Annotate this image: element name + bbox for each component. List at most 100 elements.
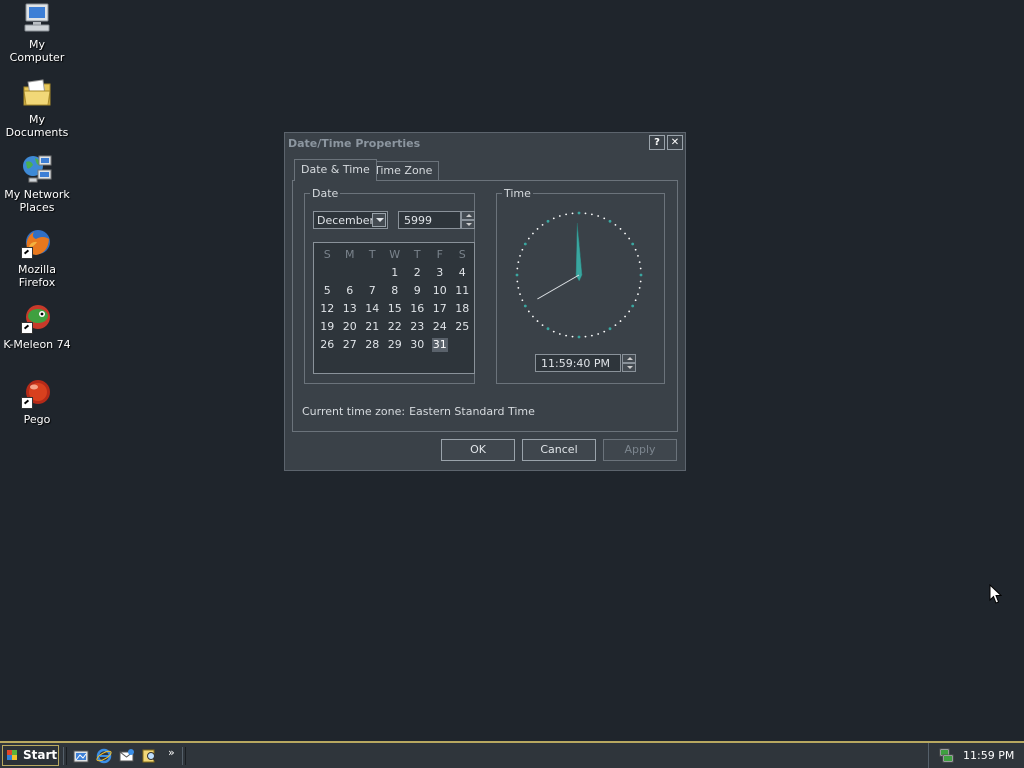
desktop-icon-label: My Computer xyxy=(9,38,65,64)
calendar-day[interactable]: 14 xyxy=(361,300,384,318)
my-documents-icon xyxy=(21,77,53,109)
calendar-day[interactable]: 8 xyxy=(384,282,407,300)
calendar-day[interactable]: 26 xyxy=(316,336,339,354)
calendar-day[interactable]: 4 xyxy=(451,264,474,282)
clock-tick xyxy=(558,215,561,217)
clock-tick xyxy=(519,254,521,257)
clock-tick xyxy=(628,310,631,313)
calendar-day-selected[interactable]: 31 xyxy=(431,338,448,352)
clock-tick xyxy=(546,327,550,331)
desktop-icon-my-documents[interactable]: My Documents xyxy=(0,77,74,139)
weekday-header: S xyxy=(323,248,331,261)
quick-launch-more-icon[interactable]: » xyxy=(168,746,175,759)
year-down-arrow-icon[interactable] xyxy=(461,220,475,229)
calendar-day[interactable]: 25 xyxy=(451,318,474,336)
calendar-day[interactable]: 17 xyxy=(429,300,452,318)
time-down-arrow-icon[interactable] xyxy=(622,363,636,372)
clock-tick xyxy=(577,335,581,339)
calendar-day[interactable]: 15 xyxy=(384,300,407,318)
month-dropdown[interactable]: December xyxy=(313,211,388,229)
year-up-arrow-icon[interactable] xyxy=(461,211,475,220)
time-up-arrow-icon[interactable] xyxy=(622,354,636,363)
clock-tick xyxy=(634,248,637,251)
clock-tick xyxy=(614,223,617,226)
clock-tick xyxy=(597,333,600,335)
weekday-header: M xyxy=(345,248,355,261)
clock-tick xyxy=(597,215,600,217)
cancel-button[interactable]: Cancel xyxy=(522,439,596,461)
calendar-day[interactable]: 13 xyxy=(339,300,362,318)
calendar-day[interactable]: 22 xyxy=(384,318,407,336)
desktop-icon-label: My Documents xyxy=(5,113,69,139)
clock-tick xyxy=(536,320,539,322)
clock-tick xyxy=(628,237,631,240)
clock-tick xyxy=(634,299,637,302)
start-button[interactable]: Start xyxy=(2,745,59,766)
calendar-day[interactable]: 12 xyxy=(316,300,339,318)
tab-date-time[interactable]: Date & Time xyxy=(294,159,377,181)
calendar-day[interactable]: 16 xyxy=(406,300,429,318)
clock-tick xyxy=(639,267,642,270)
apply-button[interactable]: Apply xyxy=(603,439,677,461)
weekday-header: S xyxy=(458,248,466,261)
desktop-icon-k-meleon[interactable]: K-Meleon 74 xyxy=(0,302,74,351)
clock-tick xyxy=(603,330,606,333)
year-spinner xyxy=(461,211,475,229)
clock-tick xyxy=(608,219,612,223)
clock-tick xyxy=(584,335,587,338)
clock-tick xyxy=(571,212,574,215)
taskbar-clock[interactable]: 11:59 PM xyxy=(963,749,1014,762)
help-button[interactable]: ? xyxy=(649,135,665,150)
desktop-icon-pego[interactable]: Pego xyxy=(0,377,74,426)
clock-tick xyxy=(590,213,593,216)
calendar-day[interactable]: 23 xyxy=(406,318,429,336)
clock-tick xyxy=(541,223,544,226)
year-field[interactable]: 5999 xyxy=(398,211,461,229)
clock-tick xyxy=(638,261,641,264)
network-connection-icon[interactable] xyxy=(938,748,954,763)
time-field[interactable]: 11:59:40 PM xyxy=(535,354,621,372)
clock-tick xyxy=(523,304,527,308)
calendar-day[interactable]: 9 xyxy=(406,282,429,300)
calendar-day[interactable]: 29 xyxy=(384,336,407,354)
desktop-icon-mozilla-firefox[interactable]: Mozilla Firefox xyxy=(0,227,74,289)
clock-tick xyxy=(552,217,555,220)
show-desktop-icon[interactable] xyxy=(73,748,89,764)
desktop-icon-label: Pego xyxy=(23,413,51,426)
analog-clock xyxy=(515,211,643,339)
clock-tick xyxy=(631,304,635,308)
desktop-icon-my-network-places[interactable]: My Network Places xyxy=(0,152,74,214)
desktop-icon-label-line2: Places xyxy=(19,201,55,214)
calendar-day[interactable]: 20 xyxy=(339,318,362,336)
calendar-day[interactable]: 6 xyxy=(339,282,362,300)
ok-button[interactable]: OK xyxy=(441,439,515,461)
calendar-day[interactable]: 1 xyxy=(384,264,407,282)
dialog-titlebar[interactable]: Date/Time Properties ? ✕ xyxy=(285,133,685,153)
clock-tick xyxy=(517,286,520,289)
calendar-day[interactable]: 30 xyxy=(406,336,429,354)
close-button[interactable]: ✕ xyxy=(667,135,683,150)
calendar-day[interactable]: 27 xyxy=(339,336,362,354)
time-spinner xyxy=(622,354,636,372)
weekday-header: F xyxy=(436,248,443,261)
calendar-day[interactable]: 10 xyxy=(429,282,452,300)
chevron-down-icon[interactable] xyxy=(372,213,386,227)
calendar-day[interactable]: 28 xyxy=(361,336,384,354)
calendar-day[interactable]: 5 xyxy=(316,282,339,300)
outlook-express-icon[interactable] xyxy=(119,748,135,764)
calendar-day[interactable]: 11 xyxy=(451,282,474,300)
calendar-day[interactable]: 21 xyxy=(361,318,384,336)
calendar-grid: S M T W T F S 1 2 3 4 5 6 7 8 9 10 11 12 13 14 15 16 17 18 19 20 21… xyxy=(316,246,474,354)
calendar-day[interactable]: 24 xyxy=(429,318,452,336)
search-icon[interactable] xyxy=(142,748,158,764)
calendar-day[interactable]: 2 xyxy=(406,264,429,282)
calendar-day[interactable]: 3 xyxy=(429,264,452,282)
tab-time-zone[interactable]: Time Zone xyxy=(367,161,440,180)
my-network-places-icon xyxy=(21,152,53,184)
calendar-day[interactable]: 19 xyxy=(316,318,339,336)
desktop-icon-my-computer[interactable]: My Computer xyxy=(0,2,74,64)
month-value: December xyxy=(317,214,375,227)
calendar-day[interactable]: 7 xyxy=(361,282,384,300)
calendar-day[interactable]: 18 xyxy=(451,300,474,318)
internet-explorer-icon[interactable] xyxy=(96,748,112,764)
